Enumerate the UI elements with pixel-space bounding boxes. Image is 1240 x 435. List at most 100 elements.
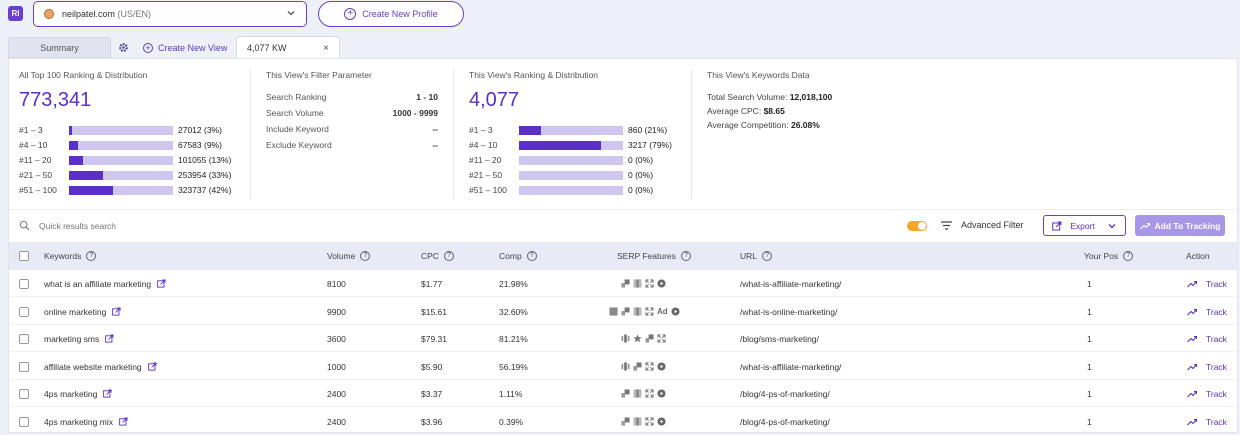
external-link-icon[interactable] <box>142 361 157 372</box>
distribution-row: #4 – 10 67583 (9%) <box>19 139 249 151</box>
create-new-profile-button[interactable]: + Create New Profile <box>318 1 464 27</box>
track-button[interactable]: Track <box>1187 279 1227 289</box>
external-link-icon[interactable] <box>99 334 114 344</box>
snippet-icon <box>633 389 642 398</box>
distribution-row: #1 – 3 860 (21%) <box>469 124 699 136</box>
expand-icon <box>645 361 654 371</box>
column-header-cpc[interactable]: CPC? <box>421 251 454 261</box>
track-button[interactable]: Track <box>1187 307 1227 317</box>
video-icon <box>671 306 680 316</box>
domain-label: neilpatel.com (US/EN) <box>62 9 152 19</box>
column-header-serp[interactable]: SERP Features? <box>617 251 691 261</box>
distribution-range-label: #4 – 10 <box>19 140 48 150</box>
track-button[interactable]: Track <box>1187 362 1227 372</box>
create-new-view-button[interactable]: + Create New View <box>143 37 227 58</box>
row-checkbox[interactable] <box>19 389 29 399</box>
trend-up-icon <box>1139 222 1150 229</box>
filter-parameter-label: Include Keyword <box>266 124 329 134</box>
column-header-url[interactable]: URL? <box>740 251 773 261</box>
filter-parameter-row: Include Keyword -- <box>266 124 438 136</box>
quick-results-search-input[interactable] <box>39 216 339 236</box>
column-header-comp[interactable]: Comp? <box>499 251 537 261</box>
plus-circle-icon: + <box>143 42 153 53</box>
distribution-bar-fill <box>69 156 83 165</box>
distribution-row: #51 – 100 0 (0%) <box>469 184 699 196</box>
view-tabs: Summary + Create New View 4,077 KW × <box>0 36 1240 59</box>
distribution-value: 860 (21%) <box>628 125 668 135</box>
gear-icon[interactable] <box>118 42 129 53</box>
keywords-data-value: 12,018,100 <box>789 92 833 102</box>
distribution-row: #51 – 100 323737 (42%) <box>19 184 249 196</box>
help-icon[interactable]: ? <box>1123 251 1134 261</box>
help-icon[interactable]: ? <box>360 251 371 261</box>
column-header-keywords[interactable]: Keywords? <box>44 251 97 261</box>
keywords-data-label: Average CPC: <box>707 106 762 116</box>
row-checkbox[interactable] <box>19 279 29 289</box>
expand-icon <box>645 416 654 426</box>
table-row: 4ps marketing 2400 $3.37 1.11% /blog/4-ps-of… <box>9 380 1237 407</box>
distribution-range-label: #21 – 50 <box>19 170 53 180</box>
advanced-filter-button[interactable]: Advanced Filter <box>961 220 1024 230</box>
keywords-data-label: Total Search Volume: <box>707 92 788 102</box>
cpc-cell: $1.77 <box>421 279 443 289</box>
help-icon[interactable]: ? <box>443 251 454 261</box>
distribution-value: 253954 (33%) <box>178 170 232 180</box>
distribution-bar-fill <box>69 186 113 195</box>
serp-features-cell: Ad <box>609 306 680 317</box>
external-link-icon[interactable] <box>97 389 112 399</box>
row-checkbox[interactable] <box>19 416 29 427</box>
keyword-text[interactable]: 4ps marketing <box>44 389 97 399</box>
help-icon[interactable]: ? <box>680 251 691 261</box>
help-icon[interactable]: ? <box>762 251 773 261</box>
keyword-text[interactable]: online marketing <box>44 307 106 317</box>
add-to-tracking-button[interactable]: Add To Tracking <box>1135 215 1225 236</box>
chevron-down-icon <box>287 11 295 16</box>
filter-parameter-row: Search Volume 1000 - 9999 <box>266 108 438 120</box>
help-icon[interactable]: ? <box>86 251 97 261</box>
chevron-down-icon <box>1108 223 1116 228</box>
track-label: Track <box>1206 416 1227 427</box>
tab-summary[interactable]: Summary <box>8 37 111 58</box>
comp-cell: 21.98% <box>499 279 528 289</box>
track-button[interactable]: Track <box>1187 334 1227 344</box>
distribution-value: 27012 (3%) <box>178 125 222 135</box>
row-checkbox[interactable] <box>19 306 29 317</box>
export-button[interactable]: Export <box>1043 215 1126 236</box>
site-favicon-icon <box>44 9 54 19</box>
track-button[interactable]: Track <box>1187 417 1227 427</box>
select-all-checkbox[interactable] <box>19 251 29 261</box>
section-title: This View's Ranking & Distribution <box>469 70 599 80</box>
distribution-bar <box>69 186 173 195</box>
close-icon[interactable]: × <box>323 43 329 54</box>
pos-cell: 1 <box>1087 334 1092 344</box>
url-cell: /blog/4-ps-of-marketing/ <box>740 416 830 427</box>
export-icon <box>1052 221 1062 230</box>
trend-up-icon <box>1187 363 1201 371</box>
divider <box>453 69 454 199</box>
filter-toggle[interactable] <box>907 221 927 231</box>
row-checkbox[interactable] <box>19 334 29 344</box>
external-link-icon[interactable] <box>113 416 128 427</box>
column-header-volume[interactable]: Volume? <box>327 251 371 261</box>
external-link-icon[interactable] <box>106 306 121 317</box>
app-logo[interactable]: RI <box>8 6 23 21</box>
keyword-text[interactable]: what is an affiliate marketing <box>44 279 151 289</box>
snippet-icon <box>633 279 642 288</box>
external-link-icon[interactable] <box>151 279 166 289</box>
distribution-row: #1 – 3 27012 (3%) <box>19 124 249 136</box>
help-icon[interactable]: ? <box>526 251 537 261</box>
column-header-your-pos[interactable]: Your Pos? <box>1084 251 1134 261</box>
keywords-data-line: Average CPC: $8.65 <box>707 106 785 116</box>
track-button[interactable]: Track <box>1187 389 1227 399</box>
keyword-text[interactable]: marketing sms <box>44 334 99 344</box>
filter-parameter-value: 1000 - 9999 <box>392 108 438 118</box>
pos-cell: 1 <box>1087 389 1092 399</box>
tab-4077-kw[interactable]: 4,077 KW × <box>236 36 340 59</box>
keyword-text[interactable]: affiliate website marketing <box>44 362 142 372</box>
video-icon <box>657 361 666 371</box>
keyword-text[interactable]: 4ps marketing mix <box>44 417 113 427</box>
filter-parameter-value: -- <box>432 124 438 134</box>
track-label: Track <box>1206 361 1227 372</box>
domain-select[interactable]: neilpatel.com (US/EN) <box>33 1 307 27</box>
row-checkbox[interactable] <box>19 361 29 372</box>
